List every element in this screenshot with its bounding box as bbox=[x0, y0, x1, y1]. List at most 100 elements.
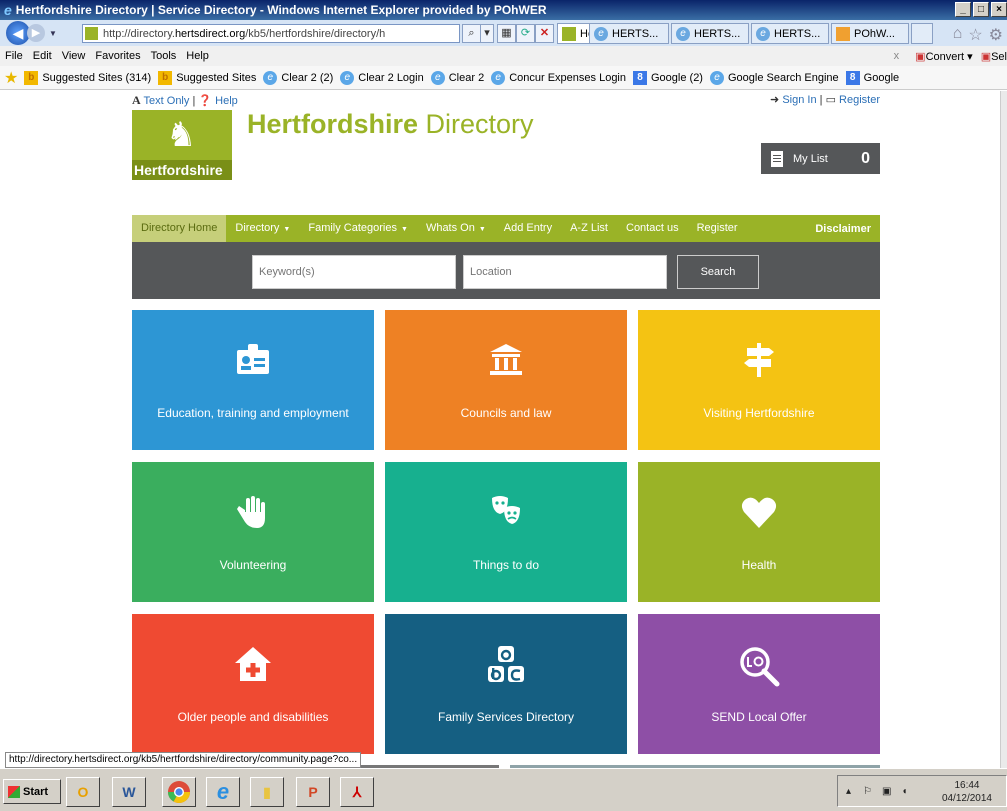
show-hidden-icons-icon[interactable]: ▴ bbox=[846, 786, 851, 797]
my-list-button[interactable]: My List 0 bbox=[761, 143, 880, 174]
tab-herts-3[interactable]: e HERTS... bbox=[751, 23, 829, 44]
search-icon[interactable]: ⌕ bbox=[462, 24, 481, 43]
forward-button[interactable]: ▶ bbox=[27, 24, 45, 42]
google-icon: 8 bbox=[633, 70, 647, 85]
hertfordshire-logo[interactable]: ♞ Hertfordshire bbox=[132, 110, 232, 180]
caret-down-icon: ▼ bbox=[401, 226, 408, 233]
menu-view[interactable]: View bbox=[57, 50, 91, 62]
nav-family-categories[interactable]: Family Categories ▼ bbox=[299, 215, 417, 242]
nav-contact-us[interactable]: Contact us bbox=[617, 215, 688, 242]
magnifier-lo-icon bbox=[740, 647, 780, 687]
stop-icon[interactable]: ✕ bbox=[535, 24, 554, 43]
favorite-item[interactable]: e Clear 2 bbox=[430, 70, 484, 85]
refresh-icon[interactable]: ⟳ bbox=[516, 24, 535, 43]
bing-icon: b bbox=[158, 70, 173, 85]
heart-icon bbox=[741, 497, 777, 528]
nav-a-z-list[interactable]: A-Z List bbox=[561, 215, 617, 242]
favorite-item[interactable]: b Suggested Sites bbox=[158, 70, 256, 85]
menu-help[interactable]: Help bbox=[181, 50, 214, 62]
google-icon: 8 bbox=[845, 70, 860, 85]
search-button[interactable]: Search bbox=[677, 255, 759, 289]
site-favicon-icon bbox=[85, 27, 98, 40]
select-button[interactable]: ▣Sel bbox=[981, 50, 1007, 63]
tab-pohwer[interactable]: POhW... bbox=[831, 23, 909, 44]
close-toolbar-icon[interactable]: x bbox=[894, 50, 900, 62]
register-link[interactable]: Register bbox=[839, 94, 880, 106]
file-explorer-icon[interactable]: ▮ bbox=[250, 777, 284, 807]
nav-disclaimer[interactable]: Disclaimer bbox=[815, 223, 871, 235]
nav-directory-home[interactable]: Directory Home bbox=[132, 215, 227, 242]
menu-tools[interactable]: Tools bbox=[146, 50, 182, 62]
ie-icon: e bbox=[263, 70, 278, 85]
text-only-link[interactable]: Text Only bbox=[144, 95, 190, 107]
internet-explorer-icon[interactable]: e bbox=[206, 777, 240, 807]
tile-older-people[interactable]: Older people and disabilities bbox=[132, 614, 374, 754]
bing-icon: b bbox=[24, 70, 39, 85]
ie-icon: e bbox=[756, 26, 770, 41]
history-dropdown-icon[interactable]: ▼ bbox=[49, 29, 57, 38]
tile-education[interactable]: Education, training and employment bbox=[132, 310, 374, 450]
tile-things-to-do[interactable]: Things to do bbox=[385, 462, 627, 602]
tile-family-services[interactable]: Family Services Directory bbox=[385, 614, 627, 754]
tab-herts-2[interactable]: e HERTS... bbox=[671, 23, 749, 44]
menu-file[interactable]: File bbox=[0, 50, 28, 62]
word-icon[interactable]: W bbox=[112, 777, 146, 807]
favorites-star-icon[interactable]: ☆ bbox=[968, 25, 982, 45]
location-input[interactable] bbox=[463, 255, 667, 289]
tile-label: Health bbox=[741, 558, 777, 572]
page-scrollbar[interactable] bbox=[1000, 91, 1007, 768]
favorite-item[interactable]: e Clear 2 Login bbox=[340, 70, 424, 85]
favorite-item[interactable]: b Suggested Sites (314) bbox=[24, 70, 151, 85]
help-link[interactable]: Help bbox=[215, 95, 238, 107]
tab-herts-1[interactable]: e HERTS... bbox=[589, 23, 669, 44]
tile-visiting[interactable]: Visiting Hertfordshire bbox=[638, 310, 880, 450]
home-icon[interactable]: ⌂ bbox=[953, 25, 963, 45]
powerpoint-icon[interactable]: P bbox=[296, 777, 330, 807]
favorites-star-icon[interactable]: ★ bbox=[4, 68, 18, 88]
tile-health[interactable]: Health bbox=[638, 462, 880, 602]
caret-down-icon: ▼ bbox=[283, 226, 291, 233]
ie-icon: e bbox=[709, 70, 724, 85]
favorite-item[interactable]: 8 Google bbox=[845, 70, 899, 85]
nav-whats-on[interactable]: Whats On ▼ bbox=[417, 215, 495, 242]
chrome-icon[interactable] bbox=[162, 777, 196, 807]
tile-label: Councils and law bbox=[460, 406, 552, 420]
theatre-masks-icon bbox=[492, 496, 520, 524]
ie-icon: e bbox=[594, 26, 608, 41]
search-bar: Search bbox=[132, 242, 880, 299]
convert-button[interactable]: ▣Convert ▾ bbox=[915, 50, 973, 63]
tile-volunteering[interactable]: Volunteering bbox=[132, 462, 374, 602]
nav-add-entry[interactable]: Add Entry bbox=[495, 215, 561, 242]
volume-muted-icon[interactable]: ◖ bbox=[901, 786, 907, 797]
settings-gear-icon[interactable]: ⚙ bbox=[989, 25, 1003, 45]
favorite-item[interactable]: e Google Search Engine bbox=[709, 70, 839, 85]
new-tab-button[interactable] bbox=[911, 23, 933, 44]
close-window-button[interactable]: × bbox=[991, 2, 1007, 17]
sign-in-link[interactable]: Sign In bbox=[782, 94, 816, 106]
network-icon[interactable]: ▣ bbox=[882, 786, 891, 797]
action-center-flag-icon[interactable]: ⚐ bbox=[863, 786, 872, 797]
outlook-icon[interactable]: O bbox=[66, 777, 100, 807]
nav-directory[interactable]: Directory ▼ bbox=[226, 215, 299, 242]
favorite-item[interactable]: e Clear 2 (2) bbox=[263, 70, 333, 85]
account-links: ➜ Sign In | ▭ Register bbox=[770, 94, 880, 106]
nav-register[interactable]: Register bbox=[688, 215, 747, 242]
keyword-input[interactable] bbox=[252, 255, 456, 289]
compat-view-icon[interactable]: ▦ bbox=[497, 24, 516, 43]
address-bar[interactable]: http://directory. hertsdirect.org/kb5/her… bbox=[82, 24, 460, 43]
tile-label: Older people and disabilities bbox=[177, 710, 329, 724]
favorite-item[interactable]: e Concur Expenses Login bbox=[491, 70, 626, 85]
acrobat-icon[interactable]: ⅄ bbox=[340, 777, 374, 807]
favorite-item[interactable]: 8 Google (2) bbox=[633, 70, 703, 85]
menu-edit[interactable]: Edit bbox=[28, 50, 57, 62]
window-title-bar: e Hertfordshire Directory | Service Dire… bbox=[0, 0, 1007, 20]
clock[interactable]: 16:44 04/12/2014 bbox=[942, 779, 992, 805]
tile-send-local-offer[interactable]: SEND Local Offer bbox=[638, 614, 880, 754]
hand-icon bbox=[237, 496, 265, 528]
maximize-button[interactable]: □ bbox=[973, 2, 989, 17]
address-dropdown-icon[interactable]: ▾ bbox=[480, 24, 494, 43]
start-button[interactable]: Start bbox=[3, 779, 61, 804]
menu-favorites[interactable]: Favorites bbox=[90, 50, 145, 62]
minimize-button[interactable]: _ bbox=[955, 2, 971, 17]
tile-councils[interactable]: Councils and law bbox=[385, 310, 627, 450]
